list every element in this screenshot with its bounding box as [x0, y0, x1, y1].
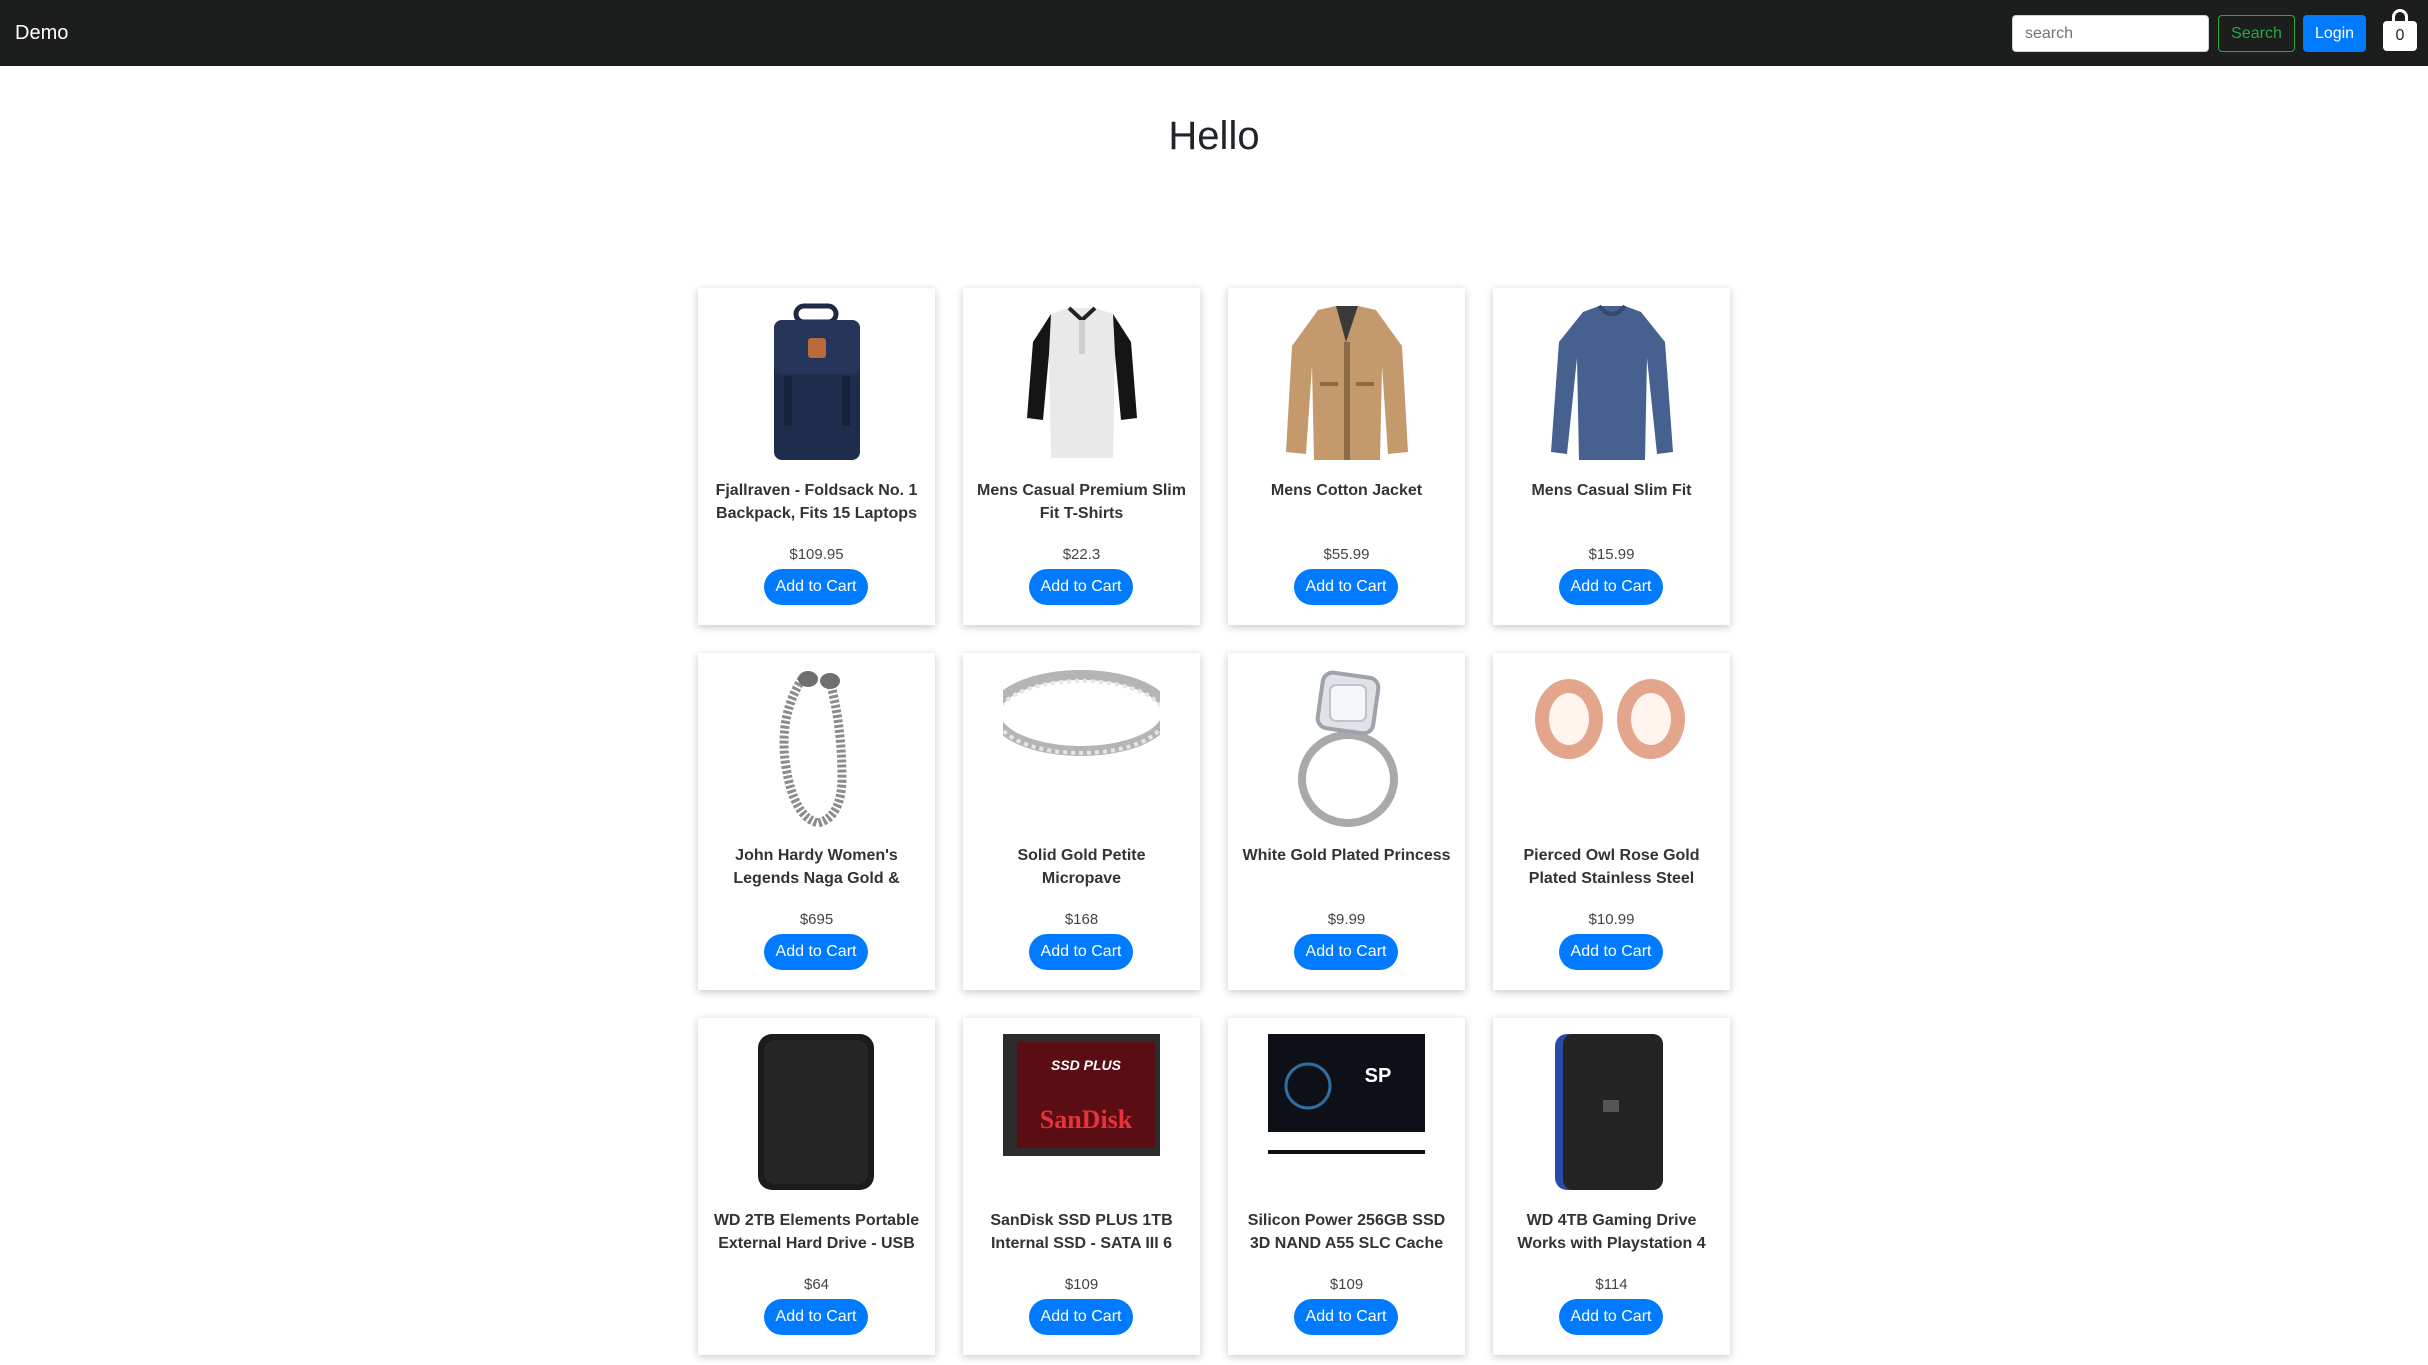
add-to-cart-button[interactable]: Add to Cart — [1029, 1299, 1133, 1335]
product-price: $168 — [1064, 911, 1099, 928]
product-price: $109 — [1329, 1276, 1364, 1293]
product-title: SanDisk SSD PLUS 1TB Internal SSD - SATA… — [990, 1212, 1173, 1252]
sandisk-ssd-image: SSD PLUS SanDisk — [1003, 1032, 1160, 1192]
diamond-ring-image — [1268, 667, 1425, 827]
tshirt-image — [1003, 302, 1160, 462]
search-button[interactable]: Search — [2218, 15, 2295, 52]
product-price: $55.99 — [1323, 546, 1370, 563]
product-title: White Gold Plated Princess — [1242, 847, 1451, 864]
hard-drive-image — [738, 1032, 895, 1192]
ring-band-image — [1003, 667, 1160, 827]
navbar: Demo Search Login 0 — [0, 0, 2428, 66]
product-title: Solid Gold Petite Micropave — [1017, 847, 1146, 887]
add-to-cart-button[interactable]: Add to Cart — [1559, 569, 1663, 605]
product-title: WD 2TB Elements Portable External Hard D… — [713, 1212, 920, 1252]
add-to-cart-button[interactable]: Add to Cart — [1559, 1299, 1663, 1335]
add-to-cart-button[interactable]: Add to Cart — [1029, 934, 1133, 970]
product-title: Fjallraven - Foldsack No. 1 Backpack, Fi… — [715, 482, 918, 522]
product-card: Mens Casual Premium Slim Fit T-Shirts $2… — [963, 288, 1200, 625]
gaming-drive-image — [1533, 1032, 1690, 1192]
product-price: $109 — [1064, 1276, 1099, 1293]
product-card: WD 4TB Gaming Drive Works with Playstati… — [1493, 1018, 1730, 1355]
product-card: Mens Casual Slim Fit $15.99 Add to Cart — [1493, 288, 1730, 625]
backpack-image — [738, 302, 895, 462]
product-card: WD 2TB Elements Portable External Hard D… — [698, 1018, 935, 1355]
product-title: John Hardy Women's Legends Naga Gold & — [733, 847, 900, 887]
add-to-cart-button[interactable]: Add to Cart — [1294, 934, 1398, 970]
ear-plugs-image — [1533, 667, 1690, 827]
product-price: $15.99 — [1588, 546, 1635, 563]
page-title: Hello — [1168, 114, 1260, 158]
add-to-cart-button[interactable]: Add to Cart — [1029, 569, 1133, 605]
cart-button[interactable]: 0 — [2383, 9, 2417, 51]
add-to-cart-button[interactable]: Add to Cart — [1559, 934, 1663, 970]
bracelet-image — [738, 667, 895, 827]
product-title: Mens Casual Premium Slim Fit T-Shirts — [977, 482, 1186, 522]
cart-count: 0 — [2395, 27, 2405, 44]
product-card: Mens Cotton Jacket $55.99 Add to Cart — [1228, 288, 1465, 625]
search-input[interactable] — [2012, 15, 2209, 52]
product-price: $10.99 — [1588, 911, 1635, 928]
product-card: Solid Gold Petite Micropave $168 Add to … — [963, 653, 1200, 990]
product-grid: Fjallraven - Foldsack No. 1 Backpack, Fi… — [698, 288, 1730, 1355]
product-title: Mens Casual Slim Fit — [1531, 482, 1692, 499]
add-to-cart-button[interactable]: Add to Cart — [764, 569, 868, 605]
product-title: WD 4TB Gaming Drive Works with Playstati… — [1517, 1212, 1706, 1252]
product-title: Pierced Owl Rose Gold Plated Stainless S… — [1523, 847, 1700, 887]
brand-link[interactable]: Demo — [15, 20, 68, 46]
product-price: $114 — [1595, 1276, 1628, 1293]
add-to-cart-button[interactable]: Add to Cart — [764, 934, 868, 970]
add-to-cart-button[interactable]: Add to Cart — [1294, 569, 1398, 605]
product-card: SP Silicon Power 256GB SSD 3D NAND A55 S… — [1228, 1018, 1465, 1355]
longsleeve-image — [1533, 302, 1690, 462]
sandisk-logo-text: SanDisk — [1040, 1105, 1133, 1134]
product-card: SSD PLUS SanDisk SanDisk SSD PLUS 1TB In… — [963, 1018, 1200, 1355]
product-price: $695 — [799, 911, 834, 928]
ssd-label-text: SSD PLUS — [1051, 1057, 1122, 1073]
product-title: Mens Cotton Jacket — [1270, 482, 1423, 499]
product-price: $22.3 — [1062, 546, 1101, 563]
product-card: White Gold Plated Princess $9.99 Add to … — [1228, 653, 1465, 990]
product-card: Fjallraven - Foldsack No. 1 Backpack, Fi… — [698, 288, 935, 625]
product-card: John Hardy Women's Legends Naga Gold & $… — [698, 653, 935, 990]
product-price: $9.99 — [1327, 911, 1366, 928]
product-title: Silicon Power 256GB SSD 3D NAND A55 SLC … — [1247, 1212, 1446, 1252]
login-button[interactable]: Login — [2303, 15, 2366, 52]
sp-logo-text: SP — [1365, 1065, 1392, 1087]
product-price: $64 — [803, 1276, 830, 1293]
product-card: Pierced Owl Rose Gold Plated Stainless S… — [1493, 653, 1730, 990]
jacket-image — [1268, 302, 1425, 462]
add-to-cart-button[interactable]: Add to Cart — [1294, 1299, 1398, 1335]
silicon-power-ssd-image: SP — [1268, 1032, 1425, 1192]
add-to-cart-button[interactable]: Add to Cart — [764, 1299, 868, 1335]
product-price: $109.95 — [789, 546, 844, 563]
